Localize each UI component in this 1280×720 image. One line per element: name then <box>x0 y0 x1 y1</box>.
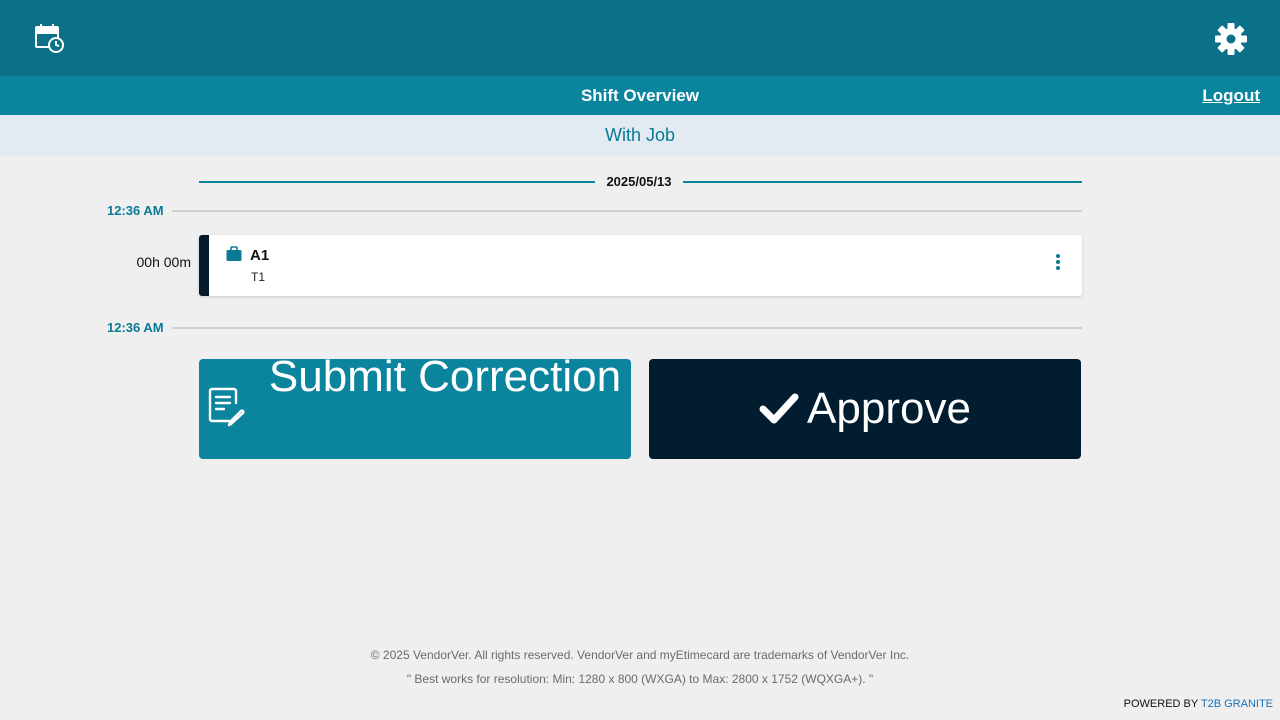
more-vertical-icon[interactable] <box>1052 253 1064 271</box>
briefcase-icon <box>226 246 242 262</box>
date-divider: 2025/05/13 <box>199 172 1082 192</box>
checkmark-icon <box>759 392 799 426</box>
edit-document-icon <box>207 386 245 428</box>
job-name: A1 <box>250 247 270 264</box>
subheader: With Job <box>0 115 1280 156</box>
date-divider-line-left <box>199 181 595 183</box>
approve-label: Approve <box>807 384 971 433</box>
start-time-line <box>172 210 1082 212</box>
start-time-row: 12:36 AM <box>100 202 1082 220</box>
task-name: T1 <box>251 270 266 284</box>
resolution-note: " Best works for resolution: Min: 1280 x… <box>406 672 874 686</box>
shift-card-status-bar <box>199 235 209 296</box>
gear-icon[interactable] <box>1214 22 1248 56</box>
powered-by-brand[interactable]: T2B GRANITE <box>1201 698 1273 710</box>
shift-duration: 00h 00m <box>136 254 191 270</box>
submit-correction-button[interactable]: Submit Correction <box>199 359 631 459</box>
date-divider-line-right <box>683 181 1082 183</box>
submit-correction-label: Submit Correction <box>268 359 622 401</box>
end-time-row: 12:36 AM <box>100 319 1082 337</box>
calendar-clock-icon[interactable] <box>33 22 65 54</box>
shift-date: 2025/05/13 <box>606 174 672 189</box>
approve-button[interactable]: Approve <box>649 359 1081 459</box>
subheader-title: With Job <box>604 125 676 145</box>
shift-card[interactable]: A1 T1 <box>199 235 1082 296</box>
logout-link[interactable]: Logout <box>1202 76 1260 115</box>
top-header <box>0 0 1280 76</box>
end-time: 12:36 AM <box>107 320 164 335</box>
powered-by-prefix: POWERED BY <box>1123 698 1199 710</box>
title-bar: Shift Overview Logout <box>0 76 1280 115</box>
start-time: 12:36 AM <box>107 203 164 218</box>
page-title: Shift Overview <box>580 86 700 105</box>
copyright-text: © 2025 VendorVer. All rights reserved. V… <box>370 648 910 662</box>
end-time-line <box>172 327 1082 329</box>
powered-by: POWERED BY T2B GRANITE <box>1124 696 1273 712</box>
